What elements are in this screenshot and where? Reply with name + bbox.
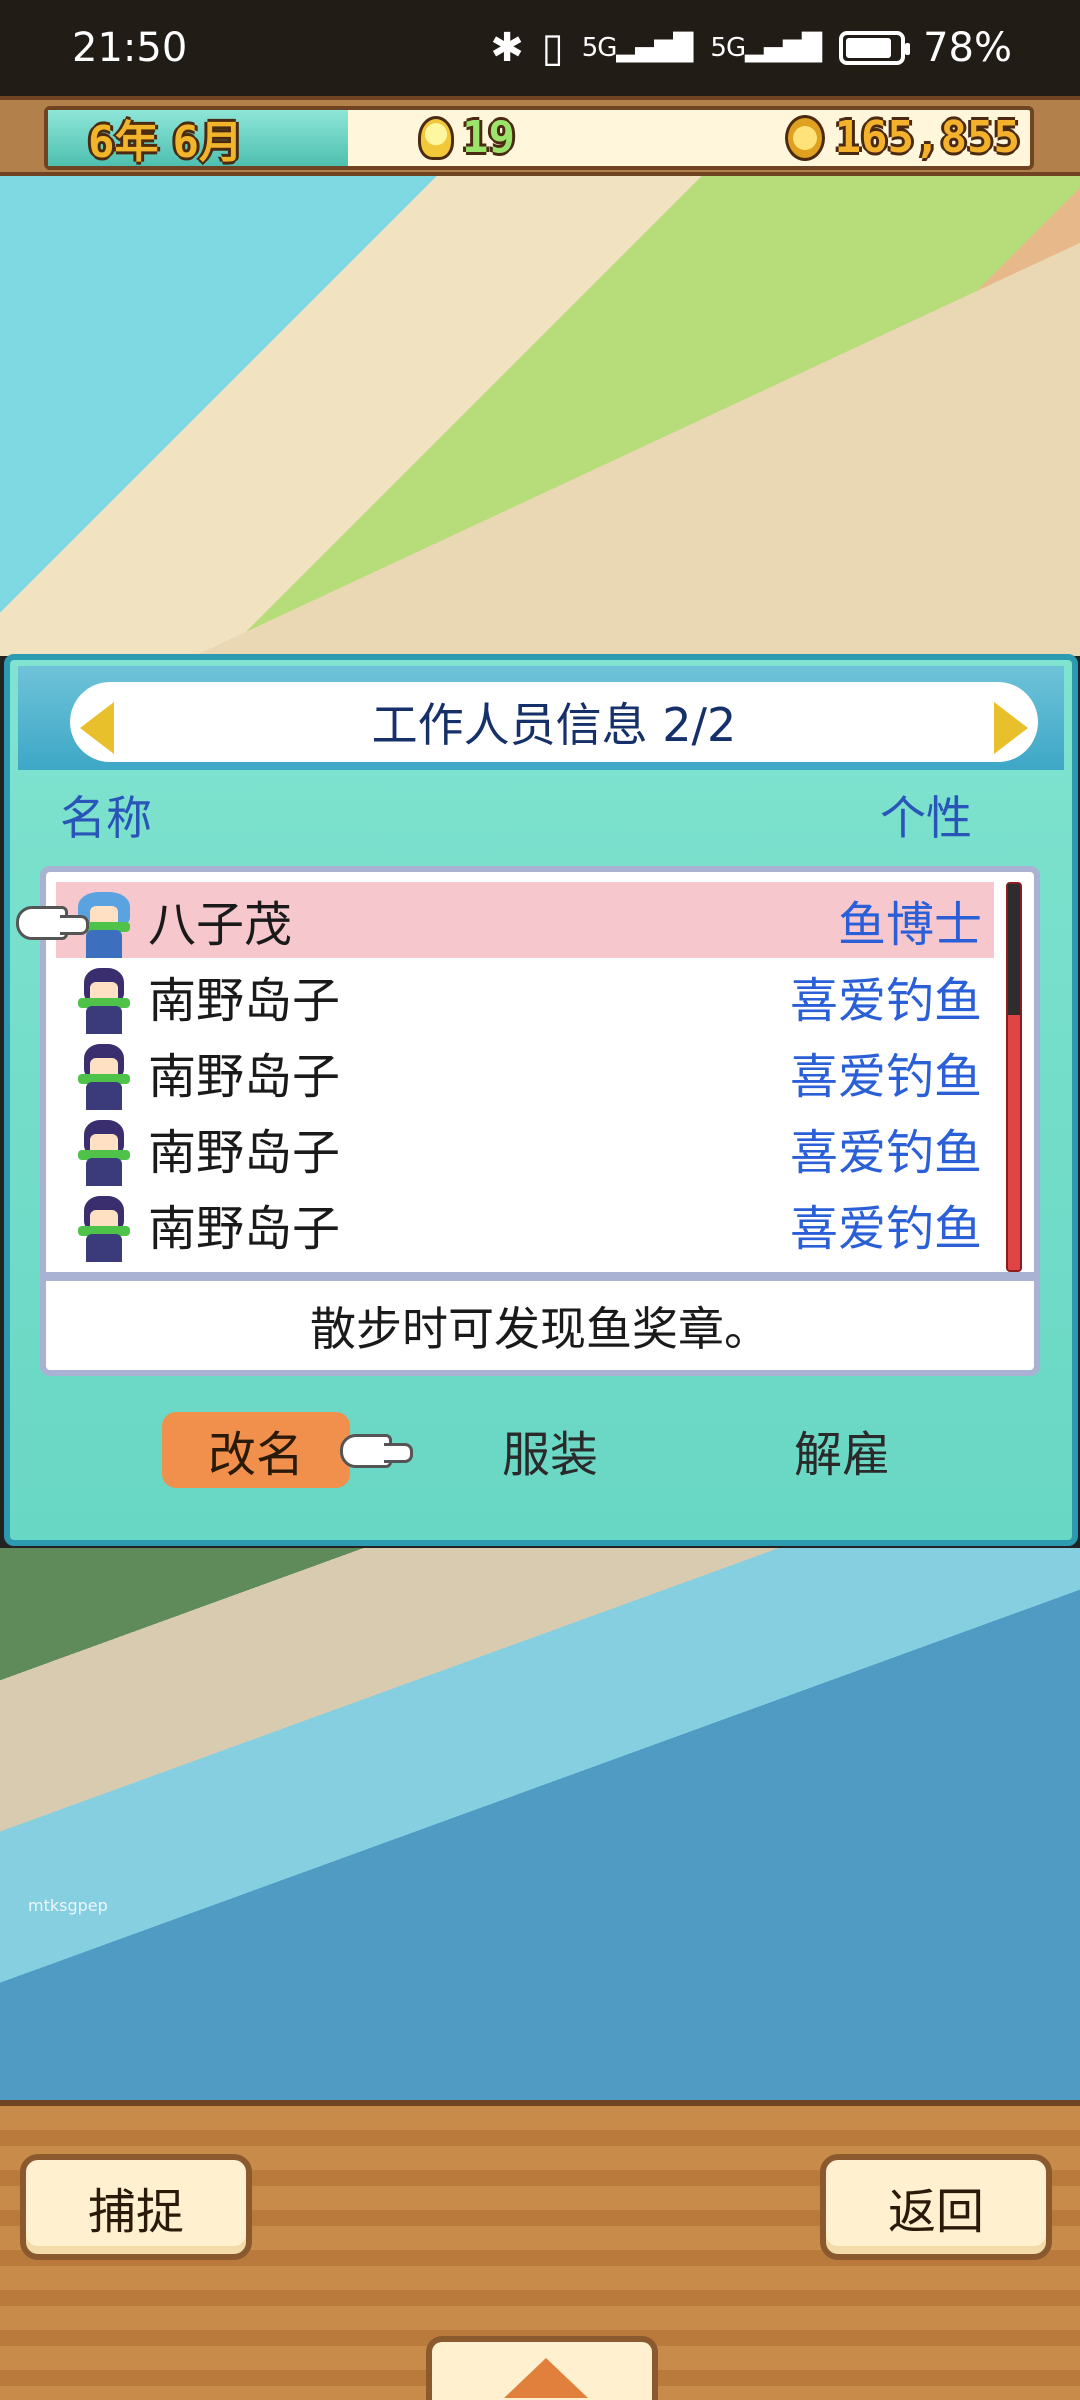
hand-pointer-icon [340,1434,413,1468]
date-display: 6年 6月 [48,110,348,168]
staff-trait: 喜爱钓鱼 [789,973,982,1029]
dialog-header: 工作人员信息 2/2 [18,666,1064,770]
staff-name: 南野岛子 [148,973,341,1029]
month-label: 6月 [172,117,244,168]
prev-page-arrow-icon[interactable] [80,702,114,754]
coin-icon [784,114,825,161]
outfit-button[interactable]: 服装 [450,1412,650,1488]
list-scrollbar[interactable] [1006,882,1022,1272]
game-hud: 6年 6月 19 165,855 [0,96,1080,176]
staff-row[interactable]: 南野岛子 喜爱钓鱼 [56,1110,994,1186]
rename-button[interactable]: 改名 [162,1412,350,1488]
signal-icon-1: 5G▂▄▆█ [581,33,694,63]
staff-avatar [72,1114,136,1186]
staff-trait: 喜爱钓鱼 [789,1201,982,1257]
money-value: 165,855 [834,112,1020,163]
dismiss-button[interactable]: 解雇 [742,1412,942,1488]
staff-row[interactable]: 南野岛子 喜爱钓鱼 [56,1034,994,1110]
trait-description: 散步时可发现鱼奖章。 [40,1278,1040,1376]
staff-avatar [72,962,136,1034]
staff-trait: 鱼博士 [837,897,982,953]
staff-list: 八子茂 鱼博士 南野岛子 喜爱钓鱼 南野岛子 喜爱钓鱼 南野岛子 喜爱钓鱼 南野… [40,866,1040,1278]
year-label: 6年 [88,117,159,168]
staff-trait: 喜爱钓鱼 [789,1125,982,1181]
staff-row[interactable]: 八子茂 鱼博士 [56,882,994,958]
dialog-actions: 改名 服装 解雇 [10,1412,1072,1492]
expand-menu-tab[interactable] [426,2336,658,2400]
money-counter: 165,855 [784,112,1020,163]
capture-button[interactable]: 捕捉 [20,2154,252,2260]
bluetooth-icon: ✱ [490,25,524,71]
staff-row[interactable]: 南野岛子 喜爱钓鱼 [56,958,994,1034]
hud-panel: 6年 6月 19 165,855 [44,106,1034,170]
ideas-value: 19 [462,112,515,163]
status-bar: 21:50 ✱ ▯ 5G▂▄▆█ 5G▂▄▆█ 78% [0,0,1080,96]
status-icons: ✱ ▯ 5G▂▄▆█ 5G▂▄▆█ 78% [490,25,1012,71]
staff-info-dialog: 工作人员信息 2/2 名称 个性 八子茂 鱼博士 南野岛子 喜爱钓鱼 南野岛子 … [4,654,1078,1546]
dialog-title: 工作人员信息 2/2 [371,698,737,752]
battery-percent: 78% [923,25,1012,71]
next-page-arrow-icon[interactable] [994,702,1028,754]
staff-name: 南野岛子 [148,1201,341,1257]
column-header-trait: 个性 [880,791,972,845]
vibrate-icon: ▯ [541,25,564,71]
staff-trait: 喜爱钓鱼 [789,1049,982,1105]
staff-avatar [72,1038,136,1110]
scrollbar-track [1008,884,1020,1016]
watermark: mtksgpep [28,1896,108,1915]
dialog-title-bar: 工作人员信息 2/2 [70,682,1038,762]
staff-name: 八子茂 [148,897,293,953]
staff-name: 南野岛子 [148,1125,341,1181]
staff-row[interactable]: 南野岛子 喜爱钓鱼 [56,1186,994,1262]
staff-avatar [72,1190,136,1262]
up-arrow-icon [504,2358,588,2398]
staff-name: 南野岛子 [148,1049,341,1105]
status-time: 21:50 [72,25,188,71]
game-scene-top[interactable] [0,176,1080,656]
ideas-counter: 19 [418,112,515,163]
hand-pointer-icon [16,906,89,940]
battery-icon [839,31,911,65]
game-scene-bottom[interactable] [0,1548,1080,2100]
signal-icon-2: 5G▂▄▆█ [710,33,822,63]
lightbulb-icon [418,115,454,160]
back-button[interactable]: 返回 [820,2154,1052,2260]
column-header-name: 名称 [60,791,152,845]
